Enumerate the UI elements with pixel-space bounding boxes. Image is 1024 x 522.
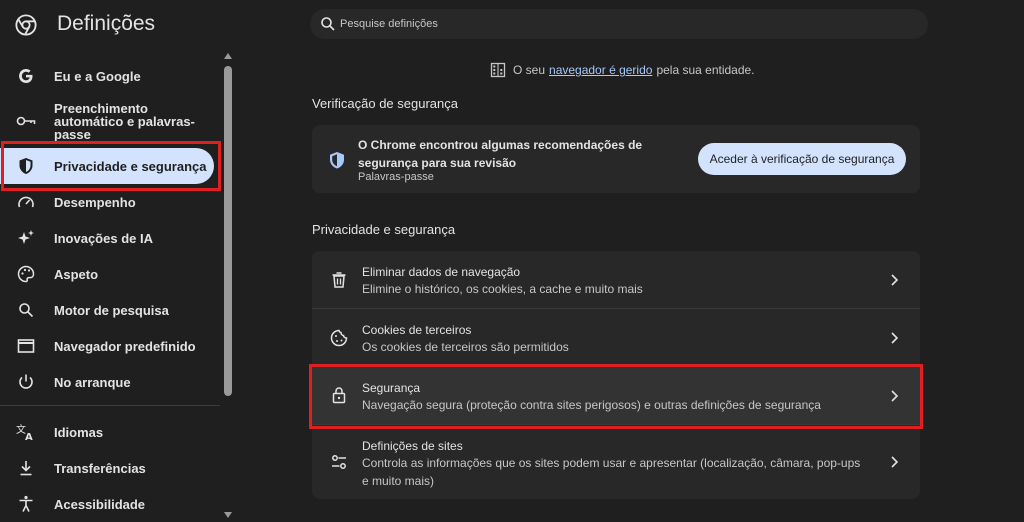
page-title: Definições — [57, 12, 156, 35]
sidebar-item-label: Desempenho — [54, 195, 136, 210]
clear-browsing-data-row[interactable]: Eliminar dados de navegação Elimine o hi… — [312, 251, 920, 308]
sidebar-item-label: Transferências — [54, 461, 146, 476]
managed-suffix: pela sua entidade. — [656, 63, 755, 77]
chevron-right-icon — [891, 274, 899, 286]
sidebar-item-default-browser[interactable]: Navegador predefinido — [0, 332, 214, 360]
safety-check-title: O Chrome encontrou algumas recomendações… — [358, 138, 643, 170]
row-subtitle: Os cookies de terceiros são permitidos — [362, 340, 569, 354]
row-title: Eliminar dados de navegação — [362, 265, 521, 279]
safety-check-card: O Chrome encontrou algumas recomendações… — [312, 125, 920, 193]
sidebar-item-label: Aspeto — [54, 267, 99, 282]
download-icon — [16, 458, 36, 478]
row-subtitle: Elimine o histórico, os cookies, a cache… — [362, 282, 643, 296]
sidebar-item-label: Idiomas — [54, 425, 104, 440]
sidebar-item-label: Navegador predefinido — [54, 339, 196, 354]
managed-notice: O seu navegador é gerido pela sua entida… — [490, 62, 755, 78]
chrome-logo-icon — [15, 14, 37, 36]
sidebar-item-you-and-google[interactable]: Eu e a Google — [0, 62, 214, 90]
sparkle-icon — [16, 228, 36, 248]
search-box[interactable] — [310, 9, 928, 39]
row-title: Definições de sites — [362, 439, 463, 453]
sidebar-item-performance[interactable]: Desempenho — [0, 188, 214, 216]
shield-check-icon — [330, 152, 344, 169]
speedometer-icon — [16, 192, 36, 212]
sidebar-item-label: Motor de pesquisa — [54, 303, 169, 318]
sidebar-item-downloads[interactable]: Transferências — [0, 454, 214, 482]
site-settings-row[interactable]: Definições de sites Controla as informaç… — [312, 425, 920, 499]
scrollbar-thumb[interactable] — [224, 66, 232, 396]
sidebar-item-label: Eu e a Google — [54, 69, 141, 84]
sidebar-item-privacy[interactable]: Privacidade e segurança — [0, 148, 214, 184]
sidebar-item-autofill[interactable]: Preenchimento automático e palavras-pass… — [0, 100, 214, 142]
trash-icon — [332, 272, 346, 288]
palette-icon — [16, 264, 36, 284]
sidebar: Eu e a Google Preenchimento automático e… — [0, 50, 236, 522]
privacy-section-title: Privacidade e segurança — [312, 222, 456, 237]
sidebar-item-label: No arranque — [54, 375, 131, 390]
privacy-card: Eliminar dados de navegação Elimine o hi… — [312, 251, 920, 499]
shield-icon — [16, 156, 36, 176]
sidebar-item-label: Inovações de IA — [54, 231, 153, 246]
sidebar-item-languages[interactable]: 文A Idiomas — [0, 418, 214, 446]
sidebar-item-label: Acessibilidade — [54, 497, 146, 512]
building-icon — [490, 62, 506, 78]
chevron-right-icon — [891, 390, 899, 402]
key-icon — [16, 111, 36, 131]
accessibility-icon — [16, 494, 36, 514]
managed-browser-link[interactable]: navegador é gerido — [549, 63, 652, 77]
svg-text:A: A — [25, 432, 33, 441]
browser-window-icon — [16, 336, 36, 356]
third-party-cookies-row[interactable]: Cookies de terceiros Os cookies de terce… — [312, 309, 920, 366]
managed-prefix: O seu — [513, 63, 546, 77]
sidebar-item-on-startup[interactable]: No arranque — [0, 368, 214, 396]
go-to-safety-check-button[interactable]: Aceder à verificação de segurança — [698, 143, 906, 175]
row-title: Cookies de terceiros — [362, 323, 472, 337]
safety-check-section-title: Verificação de segurança — [312, 96, 458, 111]
translate-icon: 文A — [16, 422, 36, 442]
sidebar-divider — [0, 405, 220, 406]
scroll-up-arrow-icon[interactable] — [224, 53, 232, 59]
security-row[interactable]: Segurança Navegação segura (proteção con… — [312, 367, 920, 424]
search-icon — [16, 300, 36, 320]
row-subtitle: Controla as informações que os sites pod… — [362, 456, 861, 488]
chevron-right-icon — [891, 332, 899, 344]
search-input[interactable] — [340, 9, 900, 39]
sidebar-item-appearance[interactable]: Aspeto — [0, 260, 214, 288]
power-icon — [16, 372, 36, 392]
sidebar-item-ai-innovations[interactable]: Inovações de IA — [0, 224, 214, 252]
row-title: Segurança — [362, 381, 421, 395]
app-header: Definições — [0, 0, 300, 50]
row-subtitle: Navegação segura (proteção contra sites … — [362, 398, 821, 412]
scroll-down-arrow-icon[interactable] — [224, 512, 232, 518]
search-icon — [321, 17, 335, 31]
sidebar-item-accessibility[interactable]: Acessibilidade — [0, 490, 214, 518]
sidebar-item-search-engine[interactable]: Motor de pesquisa — [0, 296, 214, 324]
sidebar-item-label: Privacidade e segurança — [54, 159, 207, 174]
lock-icon — [332, 387, 346, 404]
sidebar-item-label: Preenchimento automático e palavras-pass… — [54, 101, 195, 142]
cookie-icon — [330, 329, 348, 347]
safety-check-subtitle: Palavras-passe — [358, 171, 434, 183]
tune-icon — [332, 455, 346, 469]
chevron-right-icon — [891, 456, 899, 468]
google-g-icon — [16, 66, 36, 86]
